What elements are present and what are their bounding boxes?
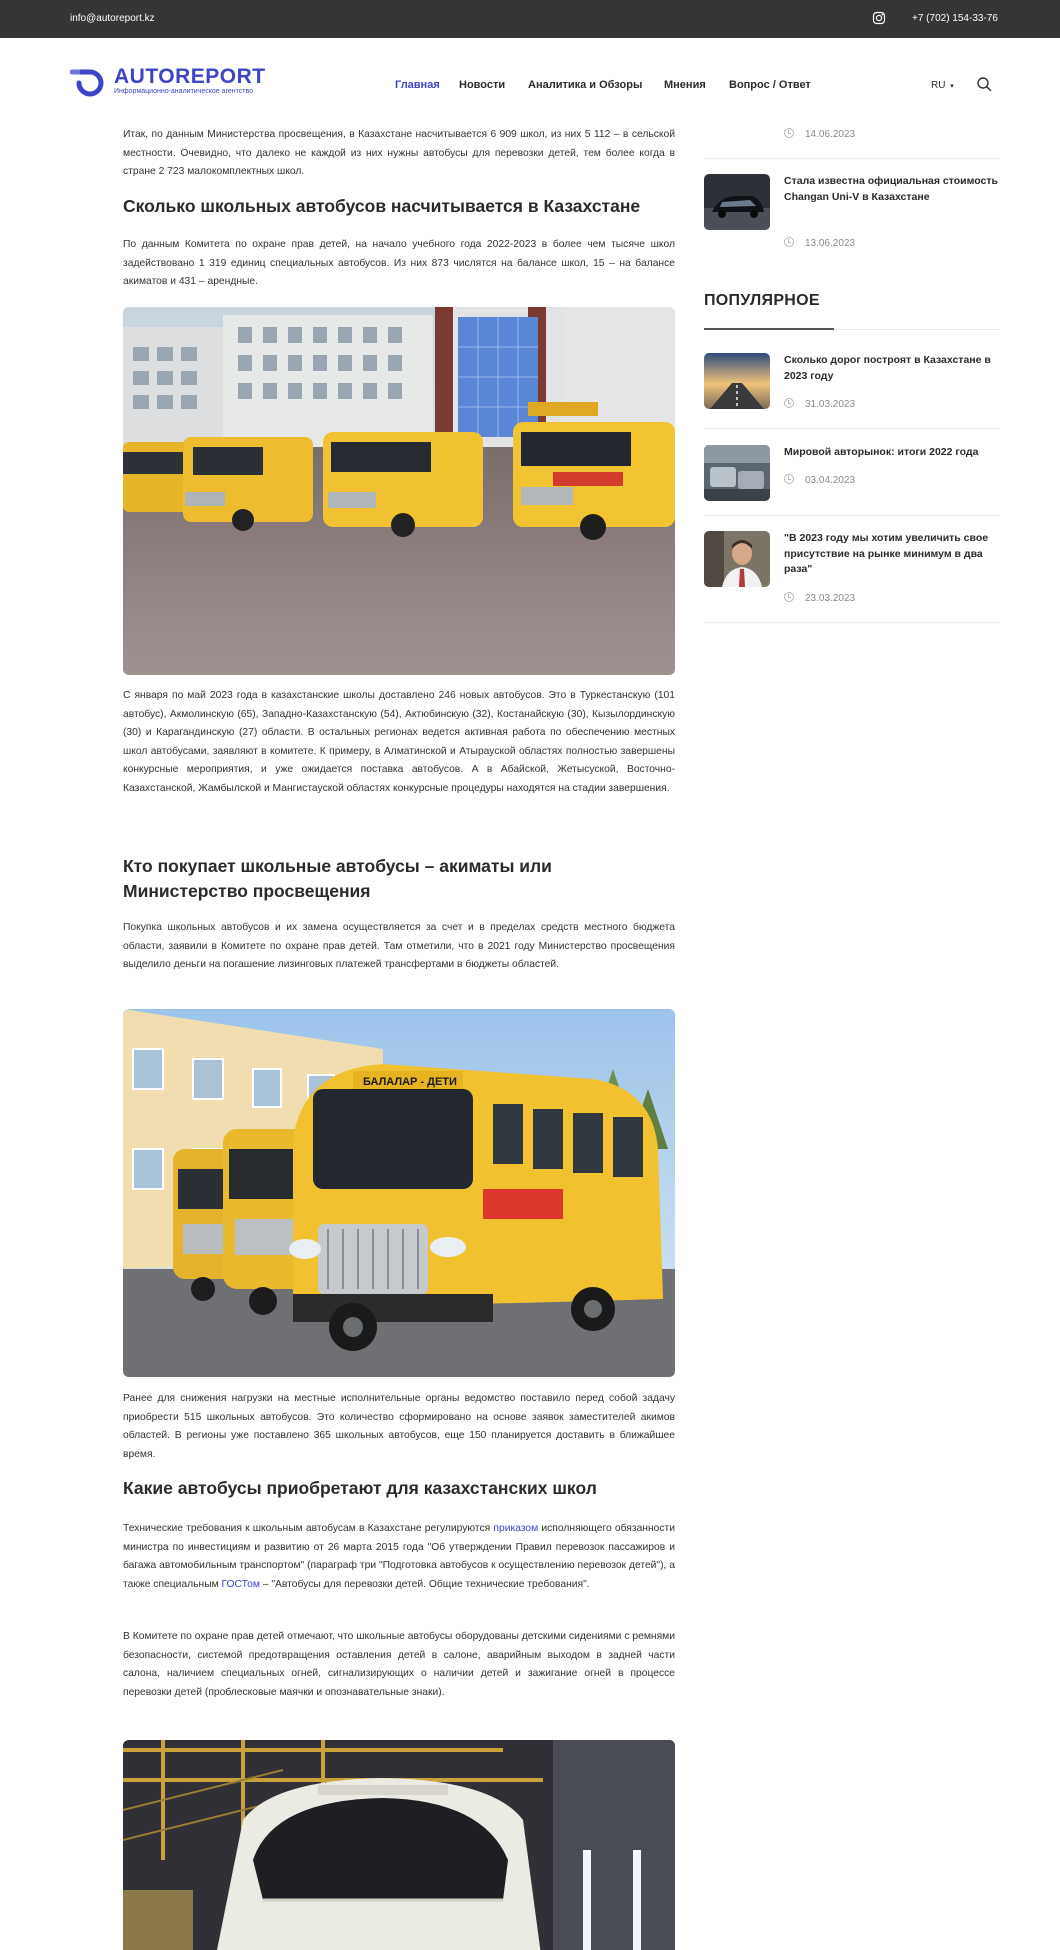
divider [704, 622, 1000, 623]
road-thumbnail-image [704, 353, 770, 409]
language-switcher[interactable]: RU ▾ [931, 80, 954, 91]
article-photo-bus-factory [123, 1740, 675, 1950]
bus-sign-text: БАЛАЛАР - ДЕТИ [363, 1076, 457, 1088]
article-paragraph: С января по май 2023 года в казахстански… [123, 690, 675, 794]
language-label: RU [931, 80, 946, 91]
article-paragraph: В Комитете по охране прав детей отмечают… [123, 1631, 675, 1698]
news-date-text: 13.06.2023 [805, 238, 856, 249]
nav-item-main[interactable]: Главная [395, 79, 440, 91]
paragraph-text: – "Автобусы для перевозки детей. Общие т… [259, 1578, 590, 1590]
factory-thumbnail-image [704, 445, 770, 501]
divider [704, 515, 1000, 516]
chevron-down-icon: ▾ [950, 83, 954, 90]
news-title[interactable]: Сколько дорог построят в Казахстане в 20… [784, 353, 1000, 384]
nav-item-analytics[interactable]: Аналитика и Обзоры [528, 79, 642, 91]
school-bus-illustration: БАЛАЛАР - ДЕТИ [123, 1009, 675, 1377]
news-thumbnail[interactable] [704, 174, 770, 230]
section-heading: Сколько школьных автобусов насчитывается… [123, 196, 641, 216]
divider [704, 158, 1000, 159]
news-date: 23.03.2023 [784, 592, 855, 604]
article-photo-buses-parking [123, 307, 675, 675]
news-date-text: 31.03.2023 [805, 399, 856, 410]
buses-parking-illustration [123, 307, 675, 675]
gost-link[interactable]: ГОСТом [222, 1579, 260, 1590]
site-header: AUTOREPORT Информационно-аналитическое а… [0, 38, 1060, 128]
news-title[interactable]: "В 2023 году мы хотим увеличить свое при… [784, 531, 1000, 578]
news-date: 31.03.2023 [784, 398, 855, 410]
article-paragraph: Технические требования к школьным автобу… [123, 1520, 675, 1594]
instagram-icon[interactable] [872, 11, 886, 25]
bus-factory-illustration [123, 1740, 675, 1950]
news-date: 13.06.2023 [784, 237, 855, 249]
popular-heading: ПОПУЛЯРНОЕ [704, 292, 820, 309]
clock-icon [784, 128, 794, 138]
article-paragraph: Покупка школьных автобусов и их замена о… [123, 922, 675, 970]
site-logo[interactable]: AUTOREPORT Информационно-аналитическое а… [70, 65, 280, 102]
popular-heading-accent [704, 328, 834, 330]
article-photo-school-bus: БАЛАЛАР - ДЕТИ [123, 1009, 675, 1377]
article-paragraph: По данным Комитета по охране прав детей,… [123, 239, 675, 287]
article-paragraph: Итак, по данным Министерства просвещения… [123, 129, 675, 177]
nav-item-opinions[interactable]: Мнения [664, 79, 706, 91]
nav-item-news[interactable]: Новости [459, 79, 505, 91]
car-thumbnail-image [704, 174, 770, 230]
clock-icon [784, 592, 794, 602]
logo-tagline: Информационно-аналитическое агентство [114, 88, 254, 95]
paragraph-text: Технические требования к школьным автобу… [123, 1523, 494, 1534]
logo-wordmark: AUTOREPORT [114, 65, 266, 88]
contact-phone[interactable]: +7 (702) 154-33-76 [912, 13, 998, 24]
news-thumbnail[interactable] [704, 531, 770, 587]
news-thumbnail[interactable] [704, 445, 770, 501]
nav-item-faq[interactable]: Вопрос / Ответ [729, 79, 811, 91]
divider [704, 428, 1000, 429]
news-title[interactable]: Стала известна официальная стоимость Cha… [784, 174, 1000, 205]
clock-icon [784, 398, 794, 408]
news-date: 03.04.2023 [784, 474, 855, 486]
news-date: 14.06.2023 [784, 128, 855, 140]
logo-mark-icon [70, 69, 104, 97]
section-heading: Какие автобусы приобретают для казахстан… [123, 1478, 597, 1498]
news-title[interactable]: Мировой авторынок: итоги 2022 года [784, 445, 1000, 461]
clock-icon [784, 474, 794, 484]
contact-email[interactable]: info@autoreport.kz [70, 13, 155, 24]
article-paragraph: Ранее для снижения нагрузки на местные и… [123, 1393, 675, 1460]
order-link[interactable]: приказом [493, 1523, 538, 1534]
news-date-text: 23.03.2023 [805, 593, 856, 604]
section-heading: Кто покупает школьные автобусы – акиматы… [123, 856, 552, 901]
clock-icon [784, 237, 794, 247]
search-icon[interactable] [976, 76, 992, 92]
news-date-text: 03.04.2023 [805, 475, 856, 486]
news-thumbnail[interactable] [704, 353, 770, 409]
news-date-text: 14.06.2023 [805, 129, 856, 140]
person-thumbnail-image [704, 531, 770, 587]
top-bar: info@autoreport.kz +7 (702) 154-33-76 [0, 0, 1060, 38]
